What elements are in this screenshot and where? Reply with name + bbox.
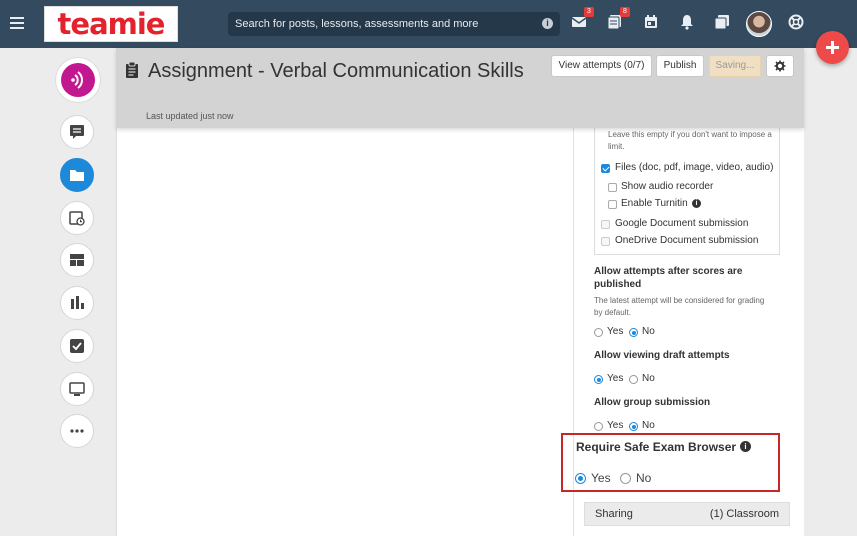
safe-exam-browser-no-radio[interactable] — [620, 473, 631, 484]
search-bar[interactable]: i — [228, 12, 560, 36]
sidebar-newsfeed[interactable] — [60, 115, 94, 149]
safe-exam-browser-yes-label: Yes — [591, 471, 611, 485]
checkbox-icon — [70, 339, 84, 353]
enable-turnitin-checkbox[interactable] — [608, 200, 617, 209]
allow-viewing-yes-label: Yes — [607, 373, 624, 384]
google-doc-label: Google Document submission — [615, 218, 749, 229]
files-label: Files (doc, pdf, image, video, audio) — [615, 162, 774, 173]
safe-exam-browser-yes-radio[interactable] — [575, 473, 586, 484]
allow-group-title: Allow group submission — [594, 397, 711, 408]
allow-viewing-no-radio[interactable] — [629, 375, 638, 384]
sidebar-more[interactable] — [60, 414, 94, 448]
top-bar: teamie i 3 8 — [0, 0, 857, 48]
limit-note: Leave this empty if you don't want to im… — [608, 130, 772, 151]
monitor-icon — [69, 382, 85, 396]
files-checkbox[interactable] — [601, 164, 610, 173]
info-icon[interactable]: i — [542, 18, 553, 29]
allow-viewing-title: Allow viewing draft attempts — [594, 350, 730, 361]
allow-attempts-title: Allow attempts after scores are publishe… — [594, 266, 743, 290]
allow-attempts-no-radio[interactable] — [629, 328, 638, 337]
safe-exam-browser-title: Require Safe Exam Browser — [576, 440, 737, 454]
allow-group-no-label: No — [642, 420, 655, 431]
sidebar-materials[interactable] — [60, 158, 94, 192]
safe-exam-browser-info-icon[interactable]: i — [740, 441, 751, 452]
sidebar-planner[interactable] — [60, 201, 94, 235]
classroom-logo-bubble — [61, 63, 95, 97]
allow-viewing-yes-radio[interactable] — [594, 375, 603, 384]
sidebar-dashboard[interactable] — [60, 243, 94, 277]
sidebar-presentation[interactable] — [60, 372, 94, 406]
view-attempts-button[interactable]: View attempts (0/7) — [551, 55, 652, 77]
allow-group-yes-radio[interactable] — [594, 422, 603, 431]
allow-attempts-note: The latest attempt will be considered fo… — [594, 296, 765, 317]
onedrive-doc-checkbox[interactable] — [601, 237, 610, 246]
tasks-icon[interactable]: 8 — [607, 7, 630, 32]
turnitin-info-icon[interactable]: i — [692, 199, 701, 208]
create-plus-button[interactable] — [816, 31, 849, 64]
allow-group-no-radio[interactable] — [629, 422, 638, 431]
show-audio-recorder-label: Show audio recorder — [621, 181, 714, 192]
folder-icon — [70, 170, 84, 181]
classroom-logo[interactable] — [55, 57, 101, 103]
gear-icon — [774, 60, 786, 72]
library-icon[interactable] — [714, 14, 732, 32]
logo-text: teamie — [57, 7, 166, 41]
dashboard-icon — [70, 254, 84, 266]
calendar-clock-icon — [69, 211, 85, 226]
notifications-bell-icon[interactable] — [679, 14, 697, 32]
google-doc-checkbox[interactable] — [601, 220, 610, 229]
allow-attempts-yes-radio[interactable] — [594, 328, 603, 337]
sharing-value: (1) Classroom — [709, 508, 779, 520]
sidebar-assessments[interactable] — [60, 329, 94, 363]
page-title: Assignment - Verbal Communication Skills — [148, 60, 524, 82]
messages-badge: 3 — [584, 7, 594, 17]
allow-attempts-yes-label: Yes — [607, 326, 624, 337]
bar-chart-icon — [71, 296, 84, 309]
last-updated-text: Last updated just now — [146, 111, 234, 121]
allow-group-yes-label: Yes — [607, 420, 624, 431]
publish-button[interactable]: Publish — [656, 55, 704, 77]
onedrive-doc-label: OneDrive Document submission — [615, 235, 759, 246]
safe-exam-browser-no-label: No — [636, 471, 652, 485]
allow-attempts-no-label: No — [642, 326, 655, 337]
messages-icon[interactable]: 3 — [571, 7, 594, 32]
comment-icon — [70, 125, 84, 139]
allow-viewing-no-label: No — [642, 373, 655, 384]
user-avatar[interactable] — [746, 11, 772, 37]
menu-icon[interactable] — [10, 17, 24, 29]
clipboard-icon — [125, 61, 139, 81]
sharing-row[interactable]: Sharing (1) Classroom — [584, 502, 790, 526]
settings-button[interactable] — [766, 55, 794, 77]
help-lifebuoy-icon[interactable] — [788, 14, 806, 32]
calendar-icon[interactable] — [643, 14, 661, 32]
more-horizontal-icon — [70, 429, 84, 433]
search-input[interactable] — [235, 16, 535, 32]
teamie-logo[interactable]: teamie — [44, 6, 178, 42]
show-audio-recorder-checkbox[interactable] — [608, 183, 617, 192]
sidebar-analytics[interactable] — [60, 286, 94, 320]
saving-button[interactable]: Saving... — [709, 55, 761, 77]
enable-turnitin-label: Enable Turnitin — [621, 198, 688, 209]
assignment-header: Assignment - Verbal Communication Skills… — [116, 48, 804, 128]
sharing-label: Sharing — [595, 508, 633, 520]
tasks-badge: 8 — [620, 7, 630, 17]
